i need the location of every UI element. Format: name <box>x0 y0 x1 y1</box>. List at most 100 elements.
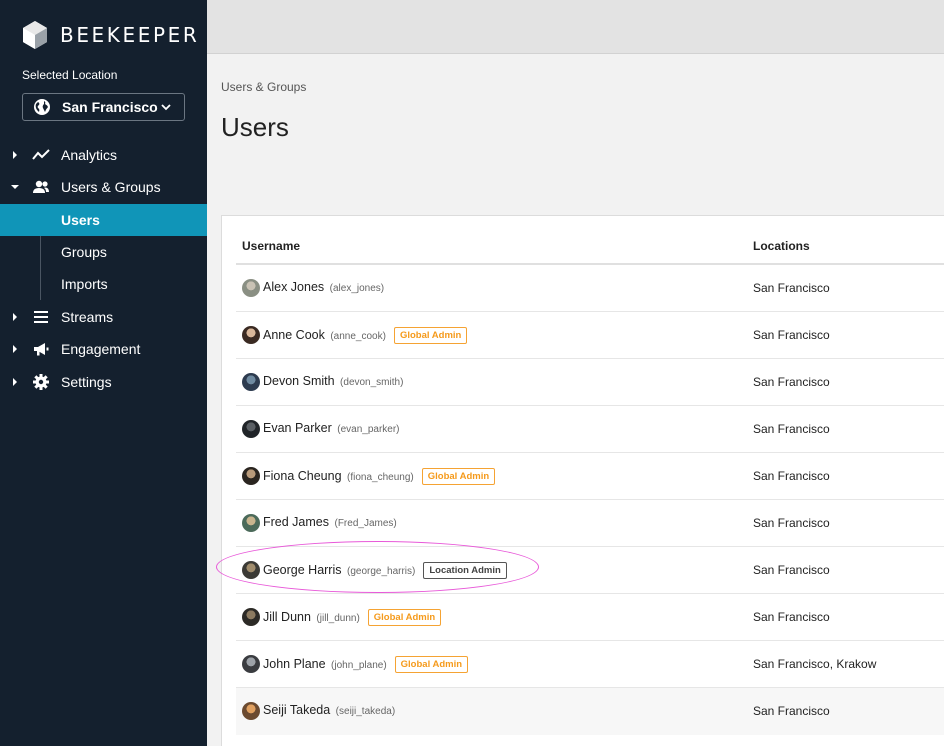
avatar[interactable] <box>242 608 260 626</box>
sidebar-item-groups[interactable]: Groups <box>0 236 207 268</box>
username-cell: Fiona Cheung (fiona_cheung) Global Admin <box>263 468 496 485</box>
nav-item-analytics[interactable]: Analytics <box>0 139 207 171</box>
selected-location-value: San Francisco <box>62 99 158 115</box>
avatar[interactable] <box>242 655 260 673</box>
user-display-name[interactable]: George Harris <box>263 563 342 577</box>
table-row[interactable]: Fiona Cheung (fiona_cheung) Global Admin S… <box>236 453 944 500</box>
location-cell: San Francisco <box>753 516 830 530</box>
chevron-down-icon <box>161 104 171 111</box>
username-cell: Fred James (Fred_James) <box>263 515 397 529</box>
username-cell: Evan Parker (evan_parker) <box>263 421 400 435</box>
sub-label-users: Users <box>61 212 100 228</box>
nav-item-settings[interactable]: Settings <box>0 366 207 398</box>
nav-label-analytics: Analytics <box>61 147 118 163</box>
nav-item-streams[interactable]: Streams <box>0 301 207 333</box>
brand-logo[interactable]: BEEKEEPER <box>22 20 199 50</box>
user-display-name[interactable]: Fred James <box>263 515 329 529</box>
gear-icon <box>33 374 49 390</box>
table-row[interactable]: John Plane (john_plane) Global Admin San F… <box>236 641 944 688</box>
location-cell: San Francisco <box>753 469 830 483</box>
sidebar-item-imports[interactable]: Imports <box>0 268 207 300</box>
user-display-name[interactable]: Fiona Cheung <box>263 469 342 483</box>
sidebar: BEEKEEPER Selected Location San Francisc… <box>0 0 207 746</box>
avatar[interactable] <box>242 420 260 438</box>
role-badge: Location Admin <box>423 562 507 579</box>
avatar[interactable] <box>242 326 260 344</box>
role-badge: Global Admin <box>393 327 468 344</box>
user-handle: (john_plane) <box>331 660 387 671</box>
nav-item-engagement[interactable]: Engagement <box>0 333 207 365</box>
avatar[interactable] <box>242 514 260 532</box>
caret-right-icon <box>13 151 17 159</box>
location-select[interactable]: San Francisco <box>22 93 185 121</box>
table-row[interactable]: Anne Cook (anne_cook) Global Admin San Fra… <box>236 312 944 359</box>
user-display-name[interactable]: Alex Jones <box>263 280 324 294</box>
username-cell: John Plane (john_plane) Global Admin <box>263 656 469 673</box>
username-cell: George Harris (george_harris) Location Ad… <box>263 562 507 579</box>
avatar[interactable] <box>242 561 260 579</box>
beekeeper-cube-logo-icon <box>23 21 47 49</box>
user-display-name[interactable]: Evan Parker <box>263 421 332 435</box>
nav-label-engagement: Engagement <box>61 341 141 357</box>
table-row[interactable]: Seiji Takeda (seiji_takeda) San Francisco <box>236 688 944 735</box>
table-row[interactable]: Alex Jones (alex_jones) San Francisco <box>236 265 944 312</box>
page-title: Users <box>221 112 289 142</box>
user-handle: (Fred_James) <box>334 518 397 529</box>
breadcrumb[interactable]: Users & Groups <box>221 80 306 94</box>
nav-item-users-groups[interactable]: Users & Groups <box>0 171 207 203</box>
user-handle: (alex_jones) <box>329 283 385 294</box>
user-handle: (george_harris) <box>346 566 416 577</box>
user-display-name[interactable]: John Plane <box>263 657 326 671</box>
selected-location-label: Selected Location <box>22 68 118 82</box>
avatar[interactable] <box>242 279 260 297</box>
avatar[interactable] <box>242 373 260 391</box>
users-table: Username Locations Alex Jones (alex_jone… <box>221 215 944 746</box>
column-header-locations[interactable]: Locations <box>753 239 810 253</box>
table-row[interactable]: Fred James (Fred_James) San Francisco <box>236 500 944 547</box>
username-cell: Alex Jones (alex_jones) <box>263 280 384 294</box>
user-display-name[interactable]: Anne Cook <box>263 328 325 342</box>
nav-label-users-groups: Users & Groups <box>61 179 161 195</box>
analytics-icon <box>32 149 50 160</box>
brand-name: BEEKEEPER <box>60 23 200 47</box>
user-handle: (devon_smith) <box>340 377 404 388</box>
location-cell: San Francisco, Krakow <box>753 657 877 671</box>
user-handle: (anne_cook) <box>330 331 386 342</box>
table-row[interactable]: Evan Parker (evan_parker) San Francisco <box>236 406 944 453</box>
globe-icon <box>34 99 50 115</box>
caret-right-icon <box>13 345 17 353</box>
location-cell: San Francisco <box>753 375 830 389</box>
table-row[interactable]: George Harris (george_harris) Location Ad… <box>236 547 944 594</box>
user-display-name[interactable]: Jill Dunn <box>263 610 311 624</box>
username-cell: Anne Cook (anne_cook) Global Admin <box>263 327 468 344</box>
user-display-name[interactable]: Devon Smith <box>263 374 335 388</box>
sidebar-item-users[interactable]: Users <box>0 204 207 236</box>
sub-label-imports: Imports <box>61 276 108 292</box>
user-handle: (seiji_takeda) <box>335 706 396 717</box>
role-badge: Global Admin <box>394 656 469 673</box>
avatar[interactable] <box>242 702 260 720</box>
username-cell: Seiji Takeda (seiji_takeda) <box>263 703 395 717</box>
megaphone-icon <box>34 343 49 356</box>
user-display-name[interactable]: Seiji Takeda <box>263 703 330 717</box>
username-cell: Devon Smith (devon_smith) <box>263 374 403 388</box>
nav-label-settings: Settings <box>61 374 112 390</box>
user-handle: (evan_parker) <box>337 424 400 435</box>
nav-label-streams: Streams <box>61 309 114 325</box>
role-badge: Global Admin <box>367 609 442 626</box>
location-cell: San Francisco <box>753 422 830 436</box>
streams-icon <box>34 311 48 323</box>
avatar[interactable] <box>242 467 260 485</box>
location-cell: San Francisco <box>753 328 830 342</box>
users-icon <box>33 180 49 193</box>
table-row[interactable]: Jill Dunn (jill_dunn) Global Admin San Fra… <box>236 594 944 641</box>
caret-down-icon <box>11 185 19 189</box>
user-handle: (fiona_cheung) <box>347 472 414 483</box>
column-header-username[interactable]: Username <box>242 239 300 253</box>
location-cell: San Francisco <box>753 610 830 624</box>
location-cell: San Francisco <box>753 281 830 295</box>
table-row[interactable]: Devon Smith (devon_smith) San Francisco <box>236 359 944 406</box>
location-cell: San Francisco <box>753 704 830 718</box>
location-cell: San Francisco <box>753 563 830 577</box>
sub-label-groups: Groups <box>61 244 107 260</box>
